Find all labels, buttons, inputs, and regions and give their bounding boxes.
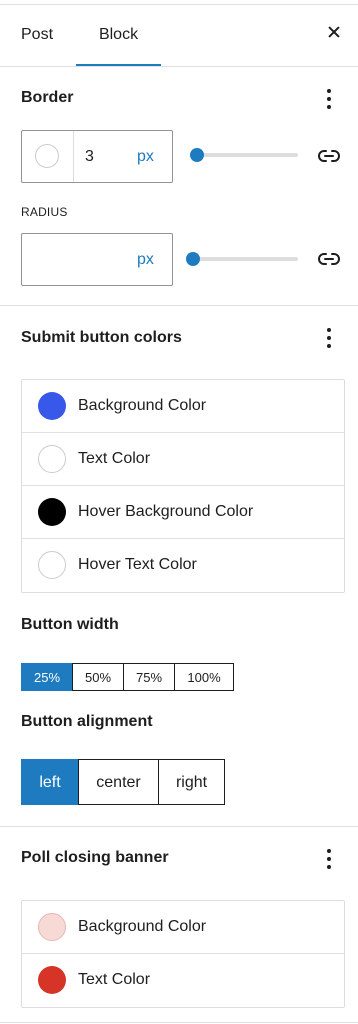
- width-option-75[interactable]: 75%: [123, 663, 175, 691]
- sidebar-tabs: Post Block: [0, 5, 358, 67]
- color-swatch: [38, 551, 66, 579]
- radius-label: RADIUS: [21, 205, 68, 219]
- color-label: Text Color: [78, 450, 151, 467]
- color-label: Hover Text Color: [78, 556, 197, 573]
- color-row-banner-text[interactable]: Text Color: [22, 954, 344, 1006]
- border-link-icon[interactable]: [317, 144, 341, 168]
- align-option-left[interactable]: left: [21, 759, 79, 805]
- button-width-segmented: 25% 50% 75% 100%: [21, 663, 234, 691]
- section-divider: [0, 826, 358, 827]
- radius-slider-track[interactable]: [190, 257, 298, 261]
- radius-unit[interactable]: px: [137, 234, 154, 285]
- button-alignment-segmented: left center right: [21, 759, 225, 805]
- color-row-hover-background[interactable]: Hover Background Color: [22, 486, 344, 539]
- border-color-swatch[interactable]: [35, 144, 59, 168]
- border-width-slider-thumb[interactable]: [190, 148, 204, 162]
- width-option-100[interactable]: 100%: [174, 663, 234, 691]
- submit-colors-list: Background Color Text Color Hover Backgr…: [21, 379, 345, 593]
- submit-colors-title: Submit button colors: [21, 329, 182, 346]
- color-swatch: [38, 498, 66, 526]
- color-swatch: [38, 392, 66, 420]
- section-divider: [0, 1022, 358, 1023]
- border-section-title: Border: [21, 89, 74, 106]
- color-label: Hover Background Color: [78, 503, 254, 520]
- section-divider: [0, 305, 358, 306]
- color-row-hover-text[interactable]: Hover Text Color: [22, 539, 344, 591]
- tab-post[interactable]: Post: [21, 5, 53, 66]
- radius-input-group: px: [21, 233, 173, 286]
- border-width-input-group: 3 px: [21, 130, 173, 183]
- align-option-right[interactable]: right: [158, 759, 225, 805]
- color-label: Text Color: [78, 971, 151, 988]
- width-option-25[interactable]: 25%: [21, 663, 73, 691]
- color-swatch: [38, 913, 66, 941]
- closing-banner-title: Poll closing banner: [21, 849, 169, 866]
- radius-link-icon[interactable]: [317, 247, 341, 271]
- align-option-center[interactable]: center: [78, 759, 159, 805]
- color-row-banner-background[interactable]: Background Color: [22, 901, 344, 954]
- closing-banner-colors-list: Background Color Text Color: [21, 900, 345, 1008]
- color-row-background[interactable]: Background Color: [22, 380, 344, 433]
- border-width-slider-track[interactable]: [190, 153, 298, 157]
- color-swatch: [38, 445, 66, 473]
- button-alignment-title: Button alignment: [21, 713, 153, 730]
- color-label: Background Color: [78, 918, 207, 935]
- width-option-50[interactable]: 50%: [72, 663, 124, 691]
- color-swatch: [38, 966, 66, 994]
- border-options-kebab-icon[interactable]: [319, 88, 339, 110]
- tab-block[interactable]: Block: [76, 5, 161, 66]
- color-label: Background Color: [78, 397, 207, 414]
- radius-slider-thumb[interactable]: [186, 252, 200, 266]
- button-width-title: Button width: [21, 616, 119, 633]
- border-width-input[interactable]: 3: [85, 131, 94, 182]
- close-icon[interactable]: [322, 20, 346, 44]
- closing-banner-kebab-icon[interactable]: [319, 848, 339, 870]
- color-row-text[interactable]: Text Color: [22, 433, 344, 486]
- submit-colors-kebab-icon[interactable]: [319, 327, 339, 349]
- border-width-unit[interactable]: px: [137, 131, 154, 182]
